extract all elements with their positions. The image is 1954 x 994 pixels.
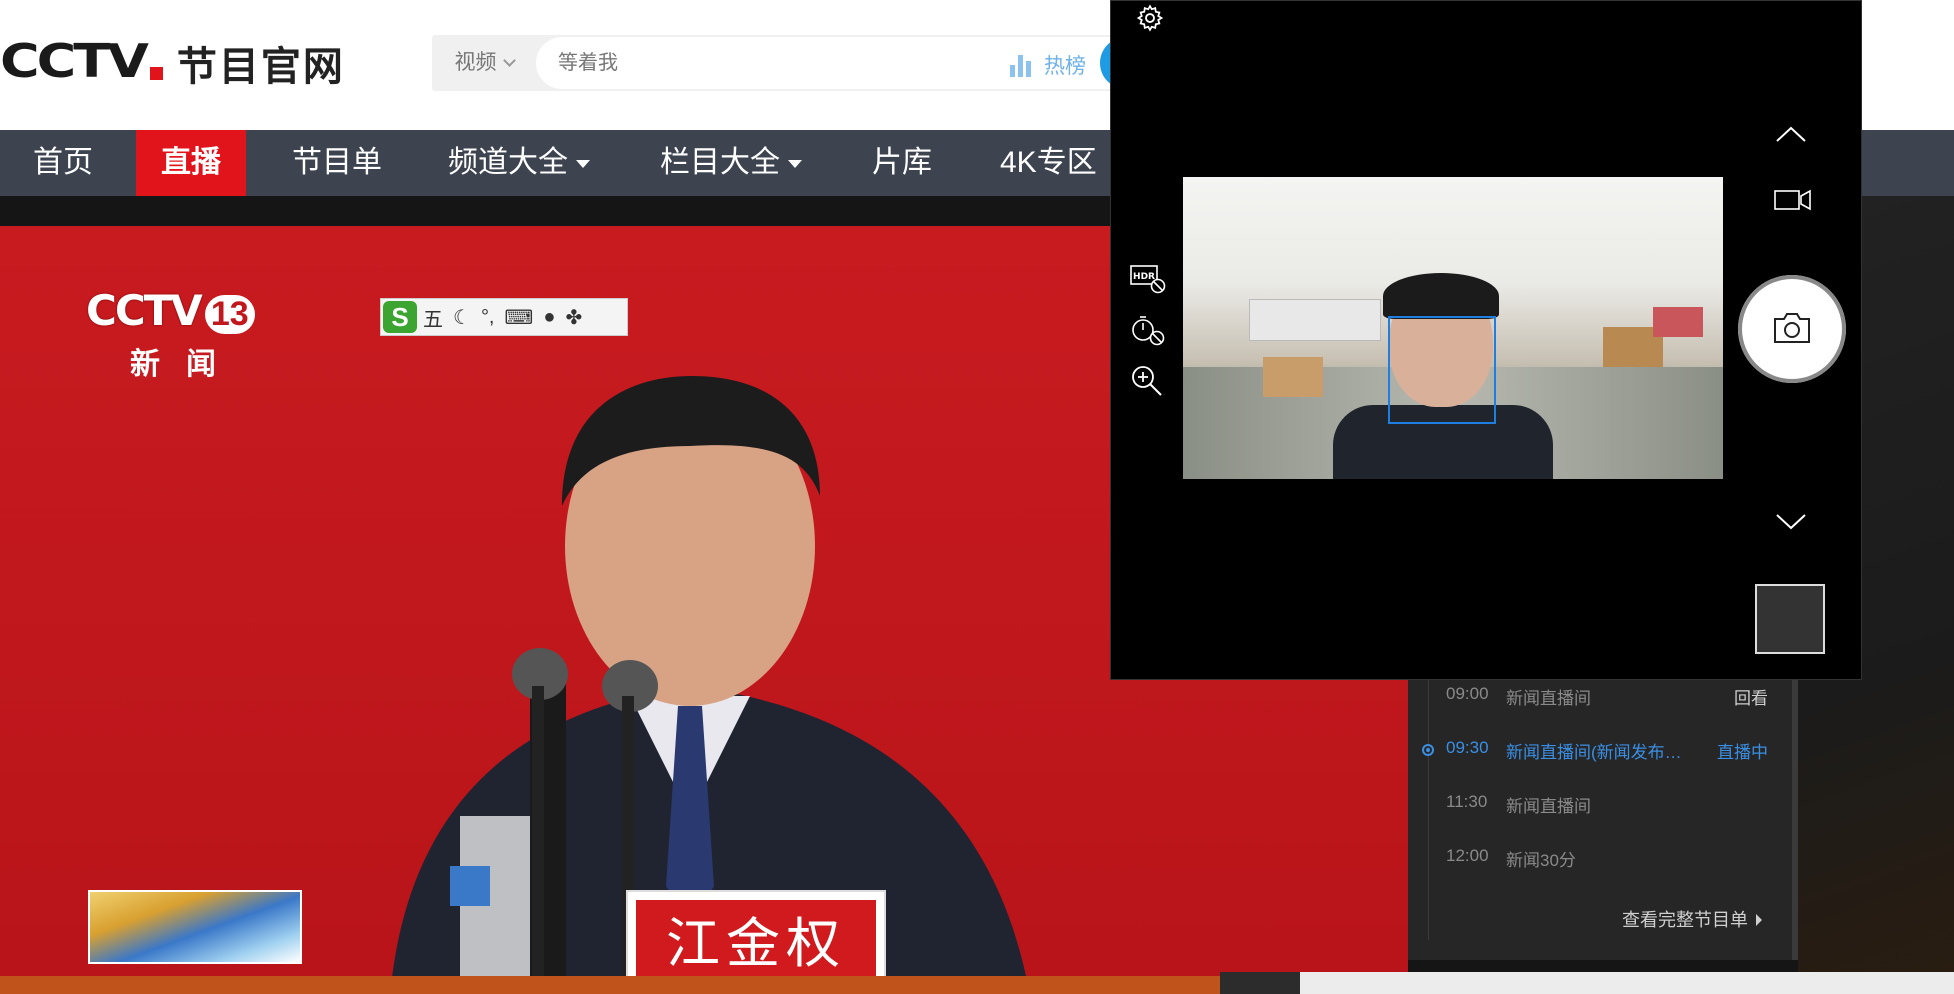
preview-box — [1653, 307, 1703, 337]
settings-icon[interactable] — [1135, 3, 1165, 33]
nav-item-columns[interactable]: 栏目大全 — [660, 130, 802, 196]
hdr-off-icon[interactable]: HDR — [1129, 263, 1167, 295]
nav-item-schedule[interactable]: 节目单 — [292, 130, 382, 196]
nav-item-label: 节目单 — [292, 146, 382, 179]
site-logo[interactable]: CCTV 节目官网 — [0, 30, 345, 93]
chevron-down-icon[interactable] — [1773, 509, 1809, 533]
camera-icon — [1774, 313, 1810, 343]
hot-list-link[interactable]: 热榜 — [1010, 50, 1086, 80]
nav-item-label: 频道大全 — [448, 146, 568, 179]
live-status[interactable]: 直播中 — [1717, 738, 1768, 763]
caret-right-icon — [1756, 914, 1762, 926]
keyboard-icon[interactable]: ⌨ — [505, 305, 534, 330]
bottom-strip — [1300, 972, 1954, 994]
schedule-row[interactable]: 09:00 新闻直播间 回看 — [1408, 674, 1794, 714]
bottom-strip-dark — [1220, 972, 1300, 994]
logo-cctv-text: CCTV — [0, 34, 149, 89]
schedule-row[interactable]: 12:00 新闻30分 — [1408, 836, 1794, 876]
nav-item-home[interactable]: 首页 — [33, 130, 93, 196]
zoom-icon[interactable] — [1129, 363, 1165, 399]
schedule-row[interactable]: 11:30 新闻直播间 — [1408, 782, 1794, 822]
ime-punct[interactable]: °, — [481, 306, 495, 329]
nav-item-4k[interactable]: 4K专区 — [1000, 130, 1097, 196]
moon-icon[interactable]: ☾ — [453, 305, 471, 330]
user-icon[interactable]: ● — [543, 306, 555, 329]
hdr-label: HDR — [1133, 272, 1155, 282]
ime-logo-icon: S — [383, 301, 417, 333]
full-schedule-label: 查看完整节目单 — [1622, 910, 1748, 930]
channel-logo: CCTV 13 新闻 — [86, 286, 255, 383]
nav-item-label: 片库 — [872, 146, 932, 179]
schedule-title: 新闻直播间 — [1506, 797, 1591, 816]
schedule-time: 09:30 — [1446, 738, 1489, 757]
last-capture-thumbnail[interactable] — [1755, 584, 1825, 654]
nav-item-label: 直播 — [161, 146, 221, 179]
nameplate-text: 江金权 — [636, 900, 876, 988]
nav-item-channels[interactable]: 频道大全 — [448, 130, 590, 196]
channel-number: 13 — [204, 295, 255, 334]
schedule-title: 新闻30分 — [1506, 851, 1576, 870]
nav-item-library[interactable]: 片库 — [872, 130, 932, 196]
search-category-select[interactable]: 视频 — [432, 35, 536, 91]
logo-subtitle: 节目官网 — [176, 45, 345, 89]
ime-mode[interactable]: 五 — [423, 303, 443, 332]
schedule-time: 12:00 — [1446, 846, 1489, 865]
dropdown-caret-icon — [788, 160, 802, 168]
full-schedule-link[interactable]: 查看完整节目单 — [1622, 906, 1762, 932]
chevron-up-icon[interactable] — [1773, 123, 1809, 147]
hot-list-label: 热榜 — [1044, 55, 1086, 78]
nav-item-live[interactable]: 直播 — [136, 130, 246, 196]
schedule-time: 09:00 — [1446, 684, 1489, 703]
schedule-title: 新闻直播间 — [1506, 689, 1591, 708]
preview-box — [1263, 357, 1323, 397]
grid-icon[interactable]: ✤ — [565, 305, 582, 330]
nav-item-label: 栏目大全 — [660, 146, 780, 179]
chevron-down-icon — [502, 54, 516, 67]
search-category-label: 视频 — [454, 51, 497, 74]
schedule-title: 新闻直播间(新闻发布… — [1506, 743, 1682, 762]
video-mode-icon[interactable] — [1773, 187, 1813, 213]
schedule-row-live[interactable]: 09:30 新闻直播间(新闻发布… 直播中 — [1408, 728, 1794, 768]
dropdown-caret-icon — [576, 160, 590, 168]
replay-link[interactable]: 回看 — [1734, 684, 1768, 709]
face-detection-box — [1388, 316, 1496, 424]
program-schedule: 09:00 新闻直播间 回看 09:30 新闻直播间(新闻发布… 直播中 11:… — [1408, 660, 1794, 960]
nav-item-label: 首页 — [33, 146, 93, 179]
camera-app-window: HDR — [1110, 0, 1862, 680]
live-indicator-icon — [1422, 744, 1434, 756]
camera-preview[interactable] — [1183, 177, 1723, 479]
table-edge — [0, 976, 1408, 994]
ime-toolbar[interactable]: S 五 ☾ °, ⌨ ● ✤ — [380, 298, 628, 336]
video-thumbnail[interactable] — [88, 890, 302, 964]
nav-item-label: 4K专区 — [1000, 146, 1097, 179]
channel-name: 新闻 — [130, 348, 242, 381]
channel-logo-text: CCTV — [86, 286, 203, 335]
schedule-scrollbar[interactable] — [1792, 660, 1798, 960]
bar-chart-icon — [1010, 53, 1034, 77]
preview-person-hair — [1383, 273, 1499, 319]
logo-red-dot — [149, 67, 163, 80]
schedule-time: 11:30 — [1446, 792, 1488, 811]
timer-off-icon[interactable] — [1129, 313, 1167, 347]
photo-shutter-button[interactable] — [1738, 275, 1846, 383]
preview-aircon — [1249, 299, 1381, 341]
